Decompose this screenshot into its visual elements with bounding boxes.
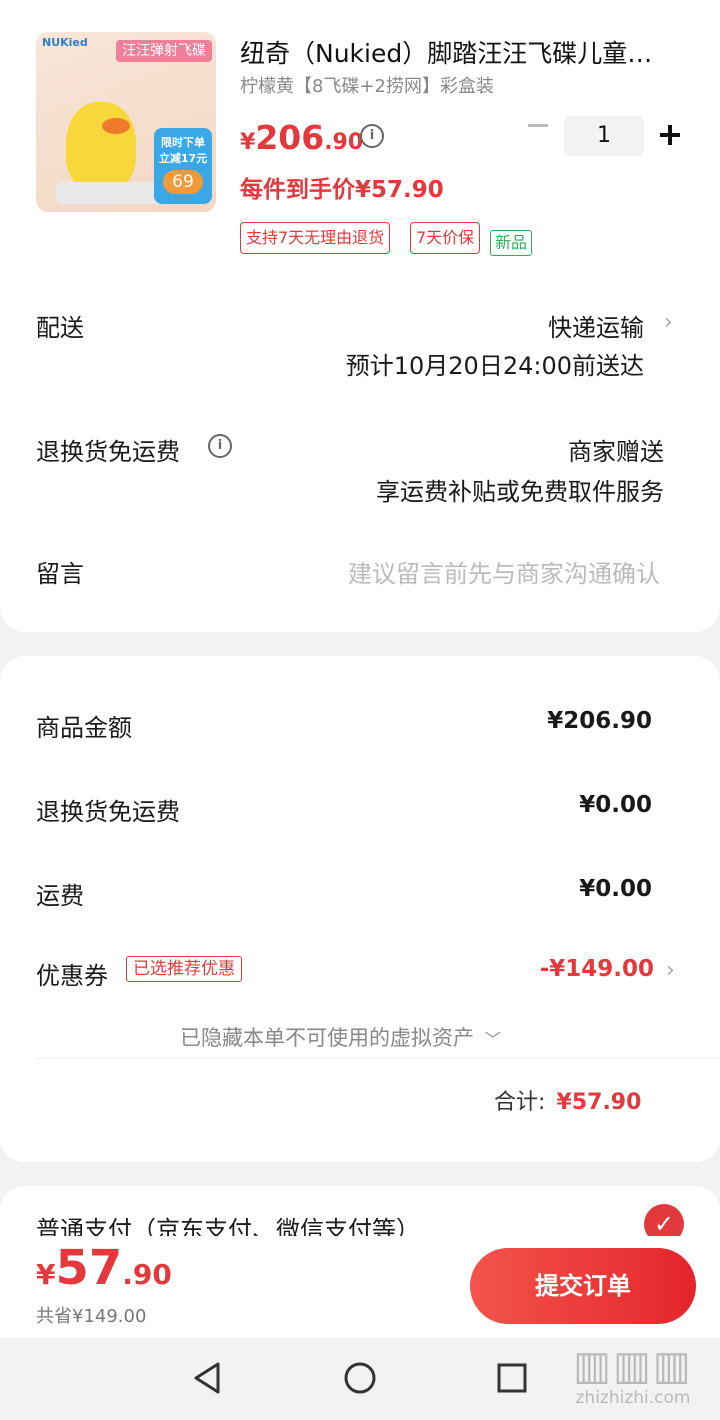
saved-amount: 共省¥149.00 [36, 1306, 147, 1327]
freight-label: 运费 [36, 882, 84, 910]
promo-badge: 限时下单 立减17元 69 [154, 128, 212, 204]
duck-toy-illustration [66, 102, 136, 192]
return-fee-value: ¥0.00 [579, 792, 652, 818]
image-banner: 汪汪弹射飞碟 [116, 40, 212, 62]
delivery-label: 配送 [36, 314, 84, 342]
chevron-right-icon: › [664, 310, 673, 335]
coupon-label: 优惠券 [36, 962, 108, 990]
message-input[interactable]: 建议留言前先与商家沟通确认 [348, 554, 660, 589]
bottom-bar: ¥57.90 共省¥149.00 提交订单 [0, 1236, 720, 1338]
chevron-right-icon: › [666, 958, 675, 983]
divider [36, 1058, 720, 1059]
bottom-price-decimal: .90 [122, 1258, 172, 1291]
coupon-row[interactable]: 优惠券 已选推荐优惠 -¥149.00 › [0, 952, 720, 992]
return-shipping-info-icon[interactable]: i [208, 434, 232, 458]
delivery-eta: 预计10月20日24:00前送达 [345, 352, 644, 380]
delivery-method: 快递运输 [548, 314, 644, 342]
total-value: ¥57.90 [556, 1090, 642, 1115]
back-icon[interactable] [190, 1360, 224, 1396]
system-nav-bar: ▥▥▥ zhizhizhi.com [0, 1338, 720, 1420]
delivery-row[interactable]: 配送 快递运输 › 预计10月20日24:00前送达 [0, 300, 720, 390]
watermark-text: zhizhizhi.com [575, 1388, 691, 1408]
duck-beak [102, 118, 130, 134]
tag-7day-return: 支持7天无理由退货 [240, 222, 391, 254]
total-label: 合计: [494, 1090, 546, 1115]
product-spec[interactable]: 柠檬黄【8飞碟+2捞网】彩盒装 [240, 72, 494, 98]
tag-price-protect: 7天价保 [410, 222, 481, 254]
message-row[interactable]: 留言 建议留言前先与商家沟通确认 [0, 550, 720, 594]
return-shipping-label: 退换货免运费 [36, 438, 180, 466]
quantity-value[interactable]: 1 [564, 116, 644, 156]
promo-badge-line2: 立减17元 [158, 152, 208, 165]
tag-new: 新品 [490, 230, 533, 256]
product-thumbnail[interactable]: NUKied 汪汪弹射飞碟 限时下单 立减17元 69 [36, 32, 216, 212]
unit-price: 每件到手价¥57.90 [240, 177, 444, 203]
promo-badge-price: 69 [163, 170, 203, 194]
return-fee-label: 退换货免运费 [36, 798, 180, 826]
product-title[interactable]: 纽奇（Nukied）脚踏汪汪飞碟儿童… [240, 34, 652, 70]
bottom-price-integer: 57 [55, 1240, 123, 1296]
quantity-plus-button[interactable] [660, 125, 680, 145]
coupon-value: -¥149.00 [539, 956, 654, 982]
price-symbol: ¥ [240, 130, 256, 155]
goods-amount-label: 商品金额 [36, 714, 132, 742]
order-info-card: NUKied 汪汪弹射飞碟 限时下单 立减17元 69 纽奇（Nukied）脚踏… [0, 0, 720, 632]
freight-value: ¥0.00 [579, 876, 652, 902]
return-shipping-row[interactable]: 退换货免运费 i 商家赠送 享运费补贴或免费取件服务 [0, 424, 720, 514]
coupon-tag: 已选推荐优惠 [126, 956, 242, 982]
hidden-assets-toggle[interactable]: 已隐藏本单不可使用的虚拟资产 ﹀ [180, 1022, 501, 1052]
price-decimal: .90 [324, 130, 364, 155]
watermark: ▥▥▥ zhizhizhi.com [558, 1344, 708, 1408]
price-info-icon[interactable]: i [360, 124, 384, 148]
chevron-down-icon: ﹀ [484, 1030, 501, 1049]
return-shipping-value: 商家赠送 [568, 438, 664, 466]
total-row: 合计: ¥57.90 [494, 1084, 641, 1116]
bottom-total-price: ¥57.90 [36, 1240, 172, 1296]
hidden-assets-text: 已隐藏本单不可使用的虚拟资产 [180, 1026, 474, 1050]
goods-amount-value: ¥206.90 [547, 708, 652, 734]
recents-icon[interactable] [496, 1362, 528, 1394]
image-brand-label: NUKied [42, 36, 88, 49]
message-label: 留言 [36, 560, 84, 588]
product-price: ¥206.90 [240, 118, 363, 157]
toy-base [56, 182, 166, 204]
return-shipping-desc: 享运费补贴或免费取件服务 [376, 478, 664, 506]
home-icon[interactable] [342, 1360, 378, 1396]
promo-badge-line1: 限时下单 [161, 136, 205, 149]
watermark-logo-icon: ▥▥▥ [573, 1343, 693, 1389]
submit-order-button[interactable]: 提交订单 [470, 1248, 696, 1324]
quantity-minus-button[interactable] [528, 124, 548, 127]
bottom-price-symbol: ¥ [36, 1258, 56, 1291]
price-integer: 206 [255, 118, 325, 157]
